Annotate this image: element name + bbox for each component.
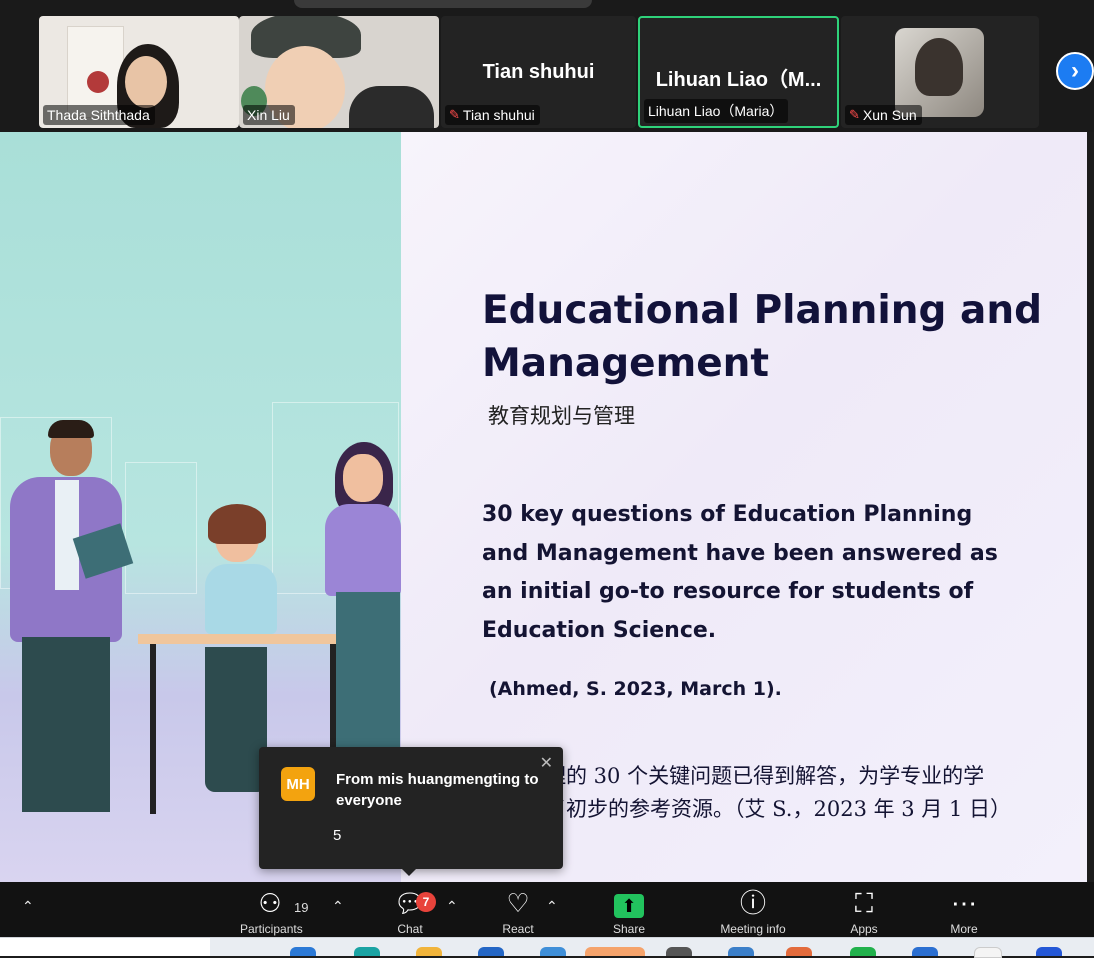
- man-trousers: [22, 637, 110, 812]
- participants-count: 19: [294, 900, 309, 915]
- window-pane: [125, 462, 197, 594]
- nametag-xun: ✎ Xun Sun: [845, 105, 922, 125]
- nametag-tian: ✎ Tian shuhui: [445, 105, 540, 125]
- slide-citation: (Ahmed, S. 2023, March 1).: [489, 678, 782, 700]
- desk-leg: [150, 644, 156, 814]
- taskbar-search-area[interactable]: [0, 938, 210, 956]
- share-screen-icon: ⬆: [614, 894, 644, 918]
- nametag-lihuan: Lihuan Liao（Maria）: [644, 99, 789, 123]
- slide-body: 30 key questions of Education Planning a…: [482, 502, 998, 643]
- chevron-up-icon[interactable]: ⌃: [332, 898, 344, 915]
- apps-label: Apps: [850, 922, 878, 936]
- participant-tile-xin[interactable]: Xin Liu: [239, 16, 439, 128]
- woman-standing-top: [325, 504, 401, 596]
- more-label: More: [950, 922, 978, 936]
- woman-seated-hair: [208, 504, 266, 544]
- people-icon: ⚇: [258, 888, 282, 918]
- share-label: Share: [612, 922, 646, 936]
- mic-muted-icon: ✎: [849, 107, 860, 122]
- slide-title: Educational Planning and Management: [482, 288, 1043, 386]
- chat-notification[interactable]: MH From mis huangmengting to everyone 5 …: [259, 747, 563, 876]
- react-label: React: [502, 922, 534, 936]
- participant-tile-lihuan[interactable]: Lihuan Liao（M... Lihuan Liao（Maria）: [638, 16, 839, 128]
- apps-button[interactable]: ⛶ Apps: [844, 888, 884, 936]
- slide-subtitle: 教育规划与管理: [488, 404, 635, 428]
- man-hair: [48, 420, 94, 438]
- woman-seated-top: [205, 564, 277, 634]
- participant-tile-thada[interactable]: Thada Siththada: [39, 16, 239, 128]
- nametag-thada: Thada Siththada: [43, 105, 155, 125]
- chevron-right-icon[interactable]: ›: [1056, 52, 1094, 90]
- meeting-toolbar: ⌃ ⚇ Participants 19 ⌃ 💬︎ Chat 7 ⌃ ♡ Reac…: [0, 882, 1094, 937]
- participant-tile-tian[interactable]: Tian shuhui ✎ Tian shuhui: [441, 16, 636, 128]
- mic-muted-icon: ✎: [449, 107, 460, 122]
- big-name: Lihuan Liao（M...: [655, 69, 822, 91]
- participant-tile-xun[interactable]: ✎ Xun Sun: [841, 16, 1039, 128]
- chevron-up-icon[interactable]: ⌃: [22, 898, 34, 915]
- woman-standing-head: [343, 454, 383, 502]
- shirt: [349, 86, 434, 128]
- info-label: Meeting info: [720, 922, 786, 936]
- name-label: Lihuan Liao（Maria）: [648, 103, 784, 119]
- desk-top: [138, 634, 352, 644]
- name-label: Xun Sun: [862, 107, 917, 123]
- chat-label: Chat: [397, 922, 423, 936]
- participants-button[interactable]: ⚇ Participants: [240, 888, 303, 936]
- name-label: Tian shuhui: [462, 107, 535, 123]
- heart-icon: ♡: [506, 888, 530, 918]
- more-icon: ⋯: [951, 888, 977, 918]
- toast-pointer: [402, 869, 416, 876]
- chat-message: 5: [333, 827, 342, 844]
- person-hair: [915, 38, 963, 96]
- participant-strip: Thada Siththada Xin Liu Tian shuhui ✎ Tia…: [0, 0, 1094, 132]
- share-button[interactable]: ⬆ Share: [608, 888, 650, 936]
- info-icon: ⓘ: [739, 888, 766, 918]
- apps-icon: ⛶: [854, 888, 874, 918]
- big-name: Tian shuhui: [482, 61, 595, 83]
- close-icon[interactable]: ✕: [540, 753, 553, 773]
- chat-badge: 7: [416, 892, 436, 912]
- woman-seated-legs: [205, 647, 267, 792]
- chevron-up-icon[interactable]: ⌃: [546, 898, 558, 915]
- app-icon[interactable]: [974, 947, 1002, 958]
- strip-handle[interactable]: [294, 0, 592, 8]
- man-shirt: [55, 480, 79, 590]
- flower-art: [87, 71, 109, 93]
- meeting-info-button[interactable]: ⓘ Meeting info: [708, 888, 798, 936]
- avatar: MH: [281, 767, 315, 801]
- participants-label: Participants: [240, 922, 303, 936]
- react-button[interactable]: ♡ React: [498, 888, 538, 936]
- name-label: Xin Liu: [247, 107, 290, 123]
- person-face: [125, 56, 167, 108]
- name-label: Thada Siththada: [47, 107, 150, 123]
- chevron-up-icon[interactable]: ⌃: [446, 898, 458, 915]
- chat-sender: From mis huangmengting to everyone: [336, 771, 539, 809]
- nametag-xin: Xin Liu: [243, 105, 295, 125]
- more-button[interactable]: ⋯ More: [944, 888, 984, 936]
- os-taskbar: [0, 937, 1094, 958]
